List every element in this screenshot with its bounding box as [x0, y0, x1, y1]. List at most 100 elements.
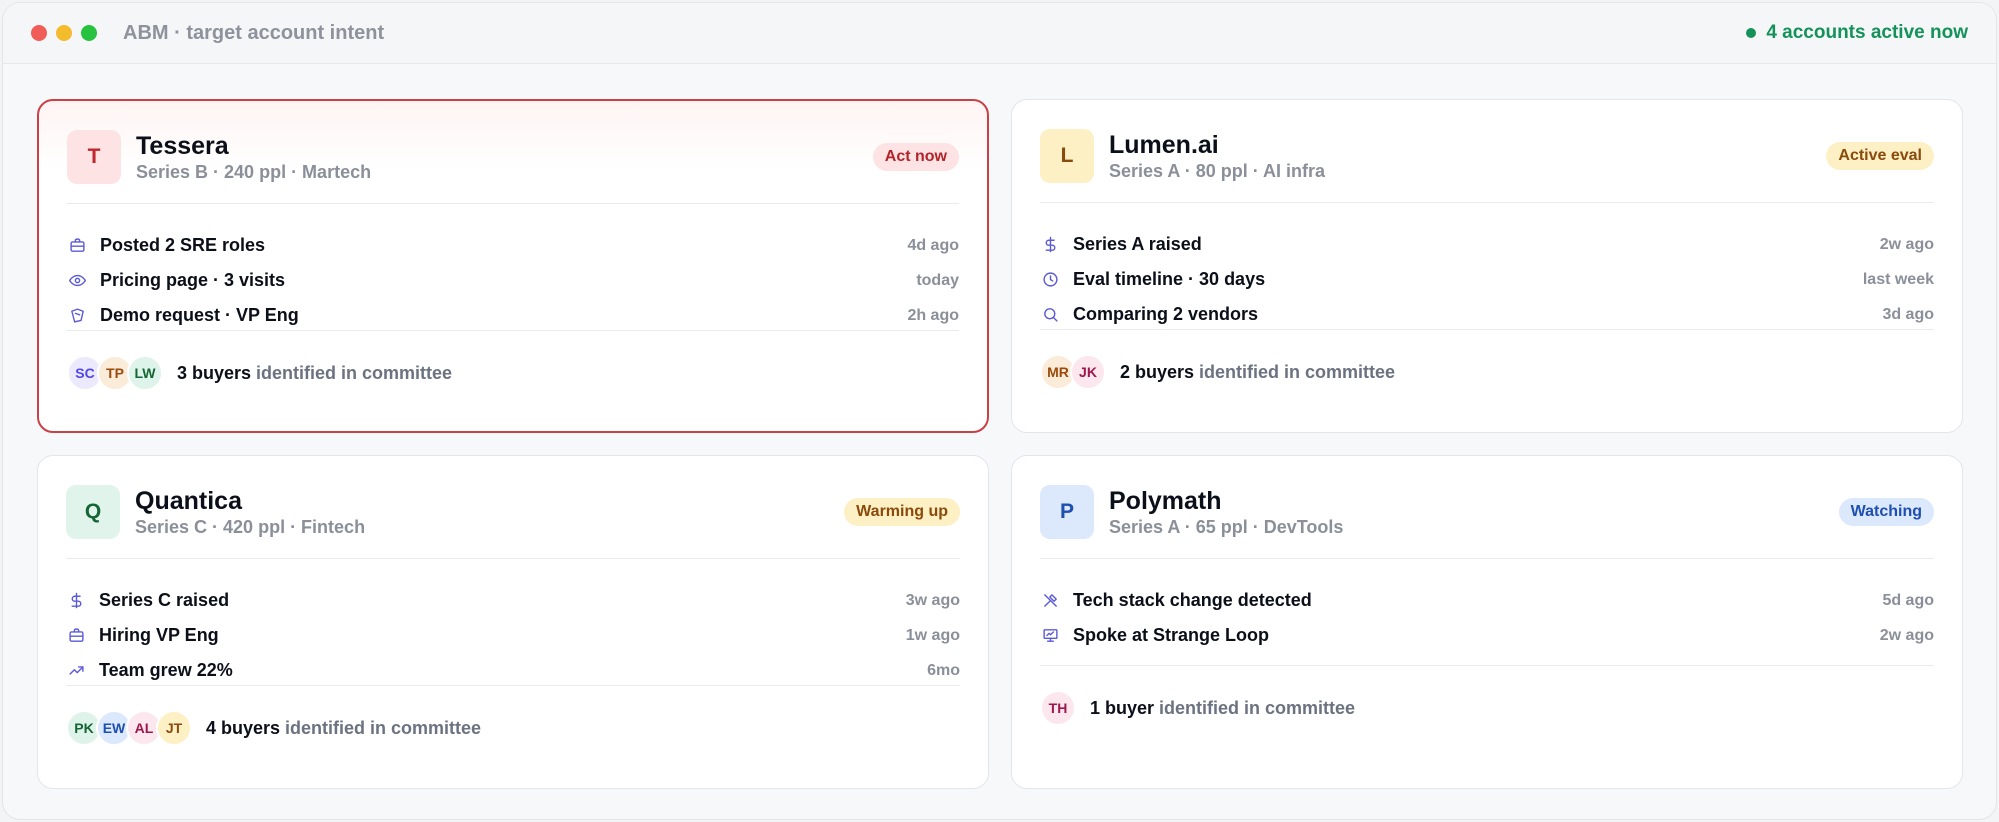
signal-time: 5d ago — [1882, 591, 1934, 609]
account-meta: Series A · 65 ppl · DevTools — [1109, 516, 1344, 537]
signal-time: last week — [1862, 270, 1934, 288]
committee-summary: 1 buyer identified in committee — [1090, 698, 1355, 719]
signal-item: Series C raised 3w ago — [66, 583, 960, 618]
presentation-icon — [1040, 626, 1060, 646]
signal-time: 1w ago — [905, 626, 960, 644]
signal-list: Posted 2 SRE roles 4d ago Pricing page ·… — [67, 204, 959, 330]
account-card-tessera[interactable]: T Tessera Series B · 240 ppl · Martech A… — [37, 99, 989, 433]
signal-item: Hiring VP Eng 1w ago — [66, 618, 960, 653]
signal-item: Comparing 2 vendors 3d ago — [1040, 297, 1934, 332]
signal-item: Series A raised 2w ago — [1040, 227, 1934, 262]
signal-list: Series C raised 3w ago Hiring VP Eng 1w … — [66, 559, 960, 685]
tools-icon — [1040, 591, 1060, 611]
avatar-group: TH — [1040, 690, 1076, 726]
signal-text: Hiring VP Eng — [99, 625, 219, 645]
signal-time: 4d ago — [907, 236, 959, 254]
live-status: 4 accounts active now — [1746, 22, 1968, 44]
committee-count: 1 buyer — [1090, 697, 1155, 718]
account-name[interactable]: Polymath — [1109, 487, 1343, 515]
signal-item: Pricing page · 3 visits today — [67, 263, 959, 298]
committee-summary: 4 buyers identified in committee — [206, 718, 481, 739]
signal-text: Series A raised — [1073, 234, 1202, 254]
account-name[interactable]: Tessera — [136, 132, 371, 160]
signal-list: Tech stack change detected 5d ago Spoke … — [1040, 559, 1934, 665]
account-logo: L — [1040, 129, 1094, 183]
window-title: ABM · target account intent — [123, 21, 385, 44]
signal-time: 3w ago — [905, 591, 960, 609]
committee-label: identified in committee — [1194, 361, 1396, 382]
account-meta: Series B · 240 ppl · Martech — [136, 161, 372, 182]
account-meta: Series C · 420 ppl · Fintech — [135, 516, 366, 537]
signal-item: Eval timeline · 30 days last week — [1040, 262, 1934, 297]
committee-label: identified in committee — [1154, 697, 1356, 718]
status-badge: Act now — [872, 143, 959, 171]
status-badge: Active eval — [1826, 142, 1934, 170]
signal-item: Demo request · VP Eng 2h ago — [67, 298, 959, 333]
trending-up-icon — [66, 661, 86, 681]
signal-text: Spoke at Strange Loop — [1073, 625, 1270, 645]
avatar[interactable]: JK — [1070, 354, 1106, 390]
clock-icon — [1040, 270, 1060, 290]
signal-text: Comparing 2 vendors — [1073, 304, 1259, 324]
avatar-group: PK EW AL JT — [66, 710, 192, 746]
committee-count: 2 buyers — [1120, 361, 1195, 382]
dollar-icon — [66, 591, 86, 611]
signal-time: today — [916, 271, 959, 289]
eye-icon — [67, 271, 87, 291]
signal-time: 2h ago — [907, 306, 959, 324]
signal-text: Demo request · VP Eng — [100, 305, 299, 325]
close-window-button[interactable] — [31, 25, 47, 41]
account-card-lumen[interactable]: L Lumen.ai Series A · 80 ppl · AI infra … — [1011, 99, 1963, 433]
live-status-text: 4 accounts active now — [1766, 22, 1968, 43]
signal-time: 6mo — [927, 661, 960, 679]
account-card-quantica[interactable]: Q Quantica Series C · 420 ppl · Fintech … — [37, 455, 989, 789]
signal-item: Team grew 22% 6mo — [66, 653, 960, 688]
signal-text: Pricing page · 3 visits — [100, 270, 286, 290]
briefcase-icon — [66, 626, 86, 646]
signal-text: Tech stack change detected — [1073, 590, 1312, 610]
committee-summary: 3 buyers identified in committee — [177, 363, 452, 384]
avatar[interactable]: LW — [127, 355, 163, 391]
signal-time: 2w ago — [1879, 235, 1934, 253]
signal-text: Series C raised — [99, 590, 230, 610]
account-name[interactable]: Quantica — [135, 487, 365, 515]
committee-label: identified in committee — [280, 717, 482, 738]
dollar-icon — [1040, 235, 1060, 255]
buying-committee: PK EW AL JT 4 buyers identified in commi… — [66, 686, 960, 746]
signal-item: Posted 2 SRE roles 4d ago — [67, 228, 959, 263]
signal-text: Posted 2 SRE roles — [100, 235, 266, 255]
account-name[interactable]: Lumen.ai — [1109, 131, 1325, 159]
minimize-window-button[interactable] — [56, 25, 72, 41]
status-badge: Watching — [1838, 498, 1934, 526]
committee-count: 4 buyers — [206, 717, 281, 738]
window-controls — [31, 25, 97, 41]
signal-time: 3d ago — [1882, 305, 1934, 323]
signal-text: Team grew 22% — [99, 660, 233, 680]
buying-committee: TH 1 buyer identified in committee — [1040, 666, 1934, 726]
account-logo: P — [1040, 485, 1094, 539]
status-badge: Warming up — [844, 498, 960, 526]
committee-count: 3 buyers — [177, 362, 252, 383]
avatar[interactable]: TH — [1040, 690, 1076, 726]
search-icon — [1040, 305, 1060, 325]
signal-time: 2w ago — [1879, 626, 1934, 644]
briefcase-icon — [67, 236, 87, 256]
avatar-group: SC TP LW — [67, 355, 163, 391]
hand-icon — [67, 306, 87, 326]
title-bar: ABM · target account intent 4 accounts a… — [3, 3, 1996, 64]
maximize-window-button[interactable] — [81, 25, 97, 41]
avatar-group: MR JK — [1040, 354, 1106, 390]
app-window: ABM · target account intent 4 accounts a… — [2, 2, 1997, 820]
account-card-polymath[interactable]: P Polymath Series A · 65 ppl · DevTools … — [1011, 455, 1963, 789]
buying-committee: SC TP LW 3 buyers identified in committe… — [67, 331, 959, 391]
committee-label: identified in committee — [251, 362, 453, 383]
signal-item: Spoke at Strange Loop 2w ago — [1040, 618, 1934, 653]
avatar[interactable]: JT — [156, 710, 192, 746]
account-grid: T Tessera Series B · 240 ppl · Martech A… — [37, 99, 1967, 789]
signal-item: Tech stack change detected 5d ago — [1040, 583, 1934, 618]
signal-text: Eval timeline · 30 days — [1073, 269, 1266, 289]
signal-list: Series A raised 2w ago Eval timeline · 3… — [1040, 203, 1934, 329]
account-logo: Q — [66, 485, 120, 539]
buying-committee: MR JK 2 buyers identified in committee — [1040, 330, 1934, 390]
account-meta: Series A · 80 ppl · AI infra — [1109, 160, 1326, 181]
